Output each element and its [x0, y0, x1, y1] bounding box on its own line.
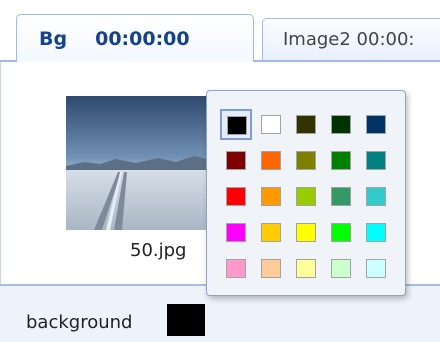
- color-swatch-fill: [366, 151, 386, 170]
- color-swatch[interactable]: [360, 145, 392, 176]
- color-swatch[interactable]: [220, 253, 252, 284]
- color-swatch[interactable]: [325, 181, 357, 212]
- color-palette-popup: [206, 90, 406, 296]
- color-swatch[interactable]: [220, 217, 252, 248]
- color-swatch-fill: [331, 259, 351, 278]
- color-swatch[interactable]: [360, 253, 392, 284]
- color-swatch-fill: [296, 151, 316, 170]
- color-swatch-fill: [366, 115, 386, 134]
- color-swatch-fill: [366, 223, 386, 242]
- color-swatch[interactable]: [290, 217, 322, 248]
- tab-image2[interactable]: Image2 00:00:: [262, 18, 440, 60]
- color-swatch[interactable]: [220, 181, 252, 212]
- color-swatch-fill: [261, 151, 281, 170]
- color-swatch-fill: [331, 223, 351, 242]
- color-swatch-fill: [261, 187, 281, 206]
- color-swatch-fill: [226, 259, 246, 278]
- color-swatch[interactable]: [255, 181, 287, 212]
- color-swatch[interactable]: [290, 145, 322, 176]
- tab-bg[interactable]: Bg 00:00:00: [16, 14, 254, 62]
- color-swatch-fill: [366, 259, 386, 278]
- color-swatch-fill: [226, 151, 246, 170]
- color-swatch-fill: [331, 115, 351, 134]
- color-swatch[interactable]: [220, 109, 252, 140]
- color-swatch-fill: [226, 187, 246, 206]
- background-color-swatch[interactable]: [167, 304, 205, 336]
- color-swatch-fill: [296, 115, 316, 134]
- color-swatch[interactable]: [360, 181, 392, 212]
- color-swatch[interactable]: [325, 253, 357, 284]
- color-swatch-fill: [296, 223, 316, 242]
- color-swatch-fill: [366, 187, 386, 206]
- color-swatch-fill: [296, 259, 316, 278]
- color-swatch-fill: [261, 115, 281, 134]
- color-swatch-fill: [261, 259, 281, 278]
- color-swatch-fill: [226, 223, 246, 242]
- tab-bar: Bg 00:00:00 Image2 00:00:: [0, 0, 440, 62]
- tab-bg-name: Bg: [39, 27, 68, 50]
- color-swatch[interactable]: [325, 109, 357, 140]
- color-swatch-fill: [331, 151, 351, 170]
- color-swatch[interactable]: [290, 181, 322, 212]
- color-swatch[interactable]: [325, 217, 357, 248]
- color-swatch-fill: [227, 116, 247, 135]
- color-swatch[interactable]: [255, 253, 287, 284]
- color-swatch[interactable]: [360, 109, 392, 140]
- color-swatch-fill: [296, 187, 316, 206]
- color-swatch[interactable]: [290, 109, 322, 140]
- color-swatch-fill: [331, 187, 351, 206]
- tab-bg-time: 00:00:00: [95, 27, 190, 50]
- image-thumbnail[interactable]: [66, 96, 212, 230]
- color-swatch[interactable]: [255, 109, 287, 140]
- tab-image2-label: Image2 00:00:: [283, 29, 415, 50]
- background-label: background: [26, 312, 133, 333]
- image-filename: 50.jpg: [130, 240, 187, 261]
- color-swatch[interactable]: [255, 217, 287, 248]
- color-swatch[interactable]: [255, 145, 287, 176]
- color-swatch[interactable]: [290, 253, 322, 284]
- color-swatch[interactable]: [360, 217, 392, 248]
- color-swatch[interactable]: [220, 145, 252, 176]
- color-swatch[interactable]: [325, 145, 357, 176]
- color-swatch-fill: [261, 223, 281, 242]
